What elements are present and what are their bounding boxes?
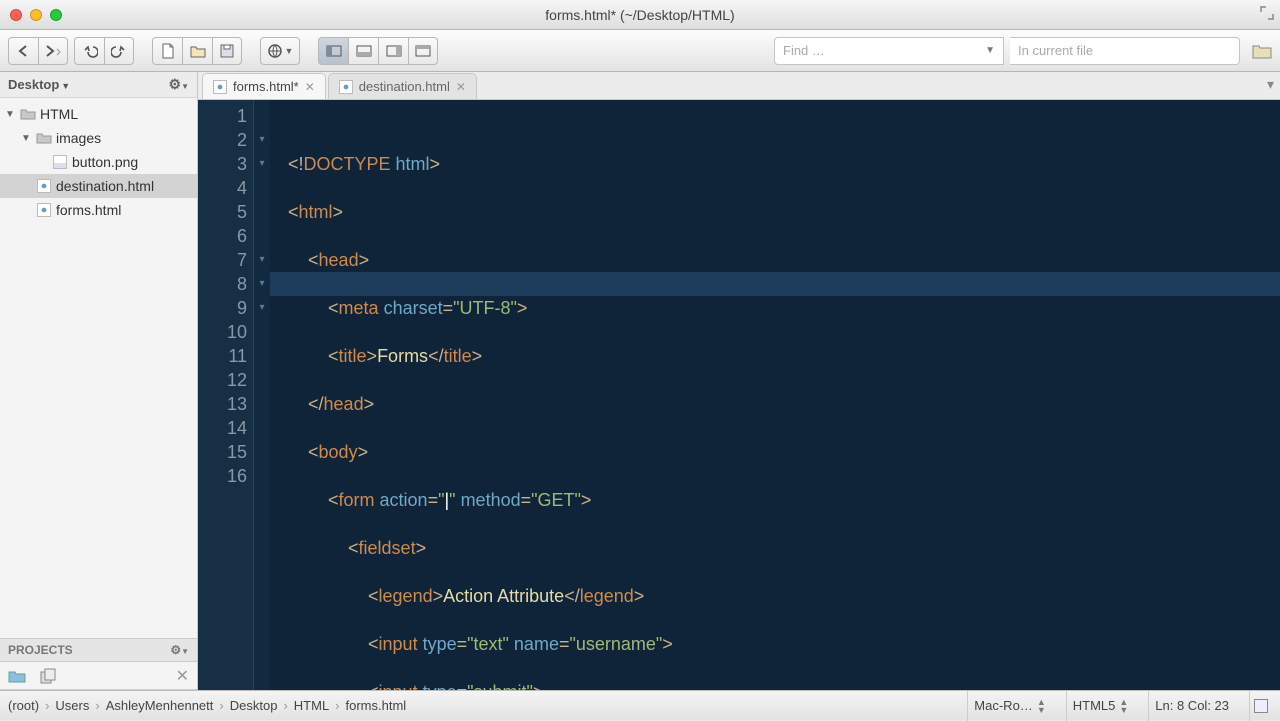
find-scope-select[interactable]: In current file (1010, 37, 1240, 65)
dropdown-icon: ▼ (985, 45, 995, 56)
status-bar: (root)› Users› AshleyMenhennett› Desktop… (0, 690, 1280, 720)
tree-folder-html[interactable]: ▼ HTML (0, 102, 197, 126)
fold-column: ▾▾▾▾▾ (254, 100, 270, 690)
back-button[interactable] (8, 37, 38, 65)
tree-file-destination[interactable]: destination.html (0, 174, 197, 198)
breadcrumbs[interactable]: (root)› Users› AshleyMenhennett› Desktop… (8, 698, 406, 713)
tree-file-forms[interactable]: forms.html (0, 198, 197, 222)
editor: forms.html* ✕ destination.html ✕ ▾ 12345… (198, 72, 1280, 690)
preview-button[interactable]: ▼ (260, 37, 300, 65)
sidebar: Desktop▼ ⚙▼ ▼ HTML ▼ images button.png d… (0, 72, 198, 690)
window-title: forms.html* (~/Desktop/HTML) (0, 7, 1280, 23)
tab-forms[interactable]: forms.html* ✕ (202, 73, 326, 99)
line-gutter: 12345678910111213141516 (198, 100, 254, 690)
tab-destination[interactable]: destination.html ✕ (328, 73, 477, 99)
tree-file-button-png[interactable]: button.png (0, 150, 197, 174)
tab-overflow-icon[interactable]: ▾ (1267, 76, 1274, 93)
file-tree: ▼ HTML ▼ images button.png destination.h… (0, 98, 197, 638)
layout-right-button[interactable] (378, 37, 408, 65)
projects-heading[interactable]: PROJECTS ⚙▼ (0, 638, 197, 662)
cursor-position: Ln: 8 Col: 23 (1148, 691, 1235, 721)
gear-icon[interactable]: ⚙▼ (170, 643, 189, 657)
undo-button[interactable] (74, 37, 104, 65)
titlebar: forms.html* (~/Desktop/HTML) (0, 0, 1280, 30)
current-line-highlight (270, 272, 1280, 296)
save-button[interactable] (212, 37, 242, 65)
minimize-window-button[interactable] (30, 9, 42, 21)
toolbar: ▼ Find … ▼ In current file (0, 30, 1280, 72)
redo-button[interactable] (104, 37, 134, 65)
status-indicator-icon[interactable] (1249, 691, 1272, 721)
layout-bottom-button[interactable] (348, 37, 378, 65)
duplicate-project-icon[interactable] (40, 668, 58, 684)
open-project-icon[interactable] (8, 669, 26, 683)
find-placeholder: Find … (783, 43, 825, 58)
new-file-button[interactable] (152, 37, 182, 65)
find-input[interactable]: Find … ▼ (774, 37, 1004, 65)
tab-bar: forms.html* ✕ destination.html ✕ ▾ (198, 72, 1280, 100)
close-project-icon[interactable]: ✕ (176, 666, 189, 686)
tree-folder-images[interactable]: ▼ images (0, 126, 197, 150)
zoom-window-button[interactable] (50, 9, 62, 21)
projects-toolbar: ✕ (0, 662, 197, 690)
close-tab-icon[interactable]: ✕ (456, 80, 466, 94)
open-file-button[interactable] (182, 37, 212, 65)
forward-button[interactable] (38, 37, 68, 65)
gear-icon[interactable]: ⚙▼ (169, 76, 189, 93)
reveal-folder-button[interactable] (1252, 43, 1272, 59)
close-window-button[interactable] (10, 9, 22, 21)
sidebar-heading[interactable]: Desktop▼ ⚙▼ (0, 72, 197, 98)
language-select[interactable]: HTML5▲▼ (1066, 691, 1135, 721)
close-tab-icon[interactable]: ✕ (305, 80, 315, 94)
traffic-lights (0, 9, 62, 21)
find-scope-label: In current file (1018, 43, 1093, 58)
layout-console-button[interactable] (408, 37, 438, 65)
encoding-select[interactable]: Mac-Ro…▲▼ (967, 691, 1051, 721)
code-text[interactable]: <!DOCTYPE html> <html> <head> <meta char… (270, 100, 1280, 690)
layout-left-button[interactable] (318, 37, 348, 65)
fullscreen-icon[interactable] (1260, 6, 1274, 20)
code-area[interactable]: 12345678910111213141516 ▾▾▾▾▾ <!DOCTYPE … (198, 100, 1280, 690)
